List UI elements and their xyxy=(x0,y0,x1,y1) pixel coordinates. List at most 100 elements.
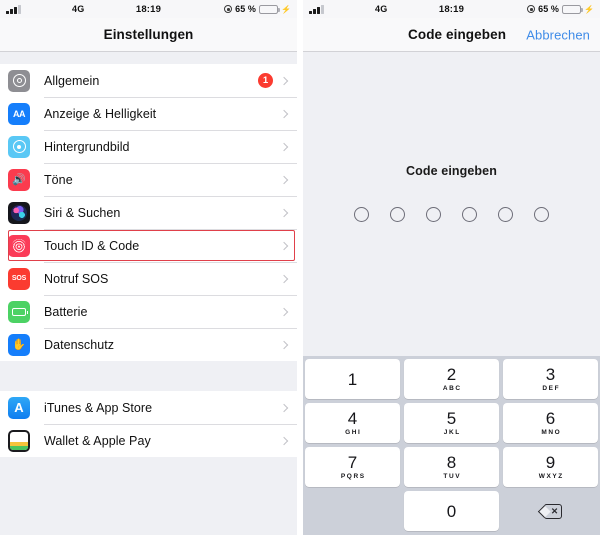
page-title: Einstellungen xyxy=(103,27,194,42)
key-number: 4 xyxy=(347,409,358,428)
sos-icon: SOS xyxy=(8,267,30,290)
clock-label: 18:19 xyxy=(135,3,162,15)
chevron-right-icon xyxy=(279,142,289,151)
status-badge: 1 xyxy=(258,73,273,88)
page-title: Code eingeben xyxy=(408,27,507,42)
settings-nav-bar: Einstellungen xyxy=(0,18,297,52)
chevron-right-icon xyxy=(279,340,289,349)
numeric-keypad[interactable]: 1 2 ABC 3 DEF 4 GHI 5 JKL 6 MNO 7 PQRS 8… xyxy=(303,356,600,535)
sidebar-item-datenschutz[interactable]: ✋ Datenschutz xyxy=(0,328,297,361)
keypad-delete-button[interactable]: ✕ xyxy=(503,491,598,531)
chevron-right-icon xyxy=(279,76,289,85)
row-label: Töne xyxy=(44,172,73,187)
battery-settings-icon xyxy=(8,300,30,323)
key-letters: ABC xyxy=(442,385,462,392)
status-bar-left: 4G 18:19 65 % ⚡ xyxy=(0,0,297,18)
keypad-key-6[interactable]: 6 MNO xyxy=(503,403,598,443)
keypad-row: 4 GHI 5 JKL 6 MNO xyxy=(305,403,598,443)
row-label: Wallet & Apple Pay xyxy=(44,433,151,448)
battery-icon xyxy=(259,4,281,14)
passcode-dot xyxy=(498,207,513,222)
key-letters: TUV xyxy=(443,473,462,480)
passcode-nav-bar: Code eingeben Abbrechen xyxy=(303,18,600,52)
sidebar-item-itunes-app-store[interactable]: A iTunes & App Store xyxy=(0,391,297,424)
passcode-screen: 4G 18:19 65 % ⚡ Code eingeben Abbrechen … xyxy=(303,0,600,535)
chevron-right-icon xyxy=(279,307,289,316)
key-number: 8 xyxy=(446,453,457,472)
chevron-right-icon xyxy=(279,109,289,118)
touchid-icon xyxy=(8,234,30,257)
row-label: Datenschutz xyxy=(44,337,115,352)
keypad-row: 1 2 ABC 3 DEF xyxy=(305,359,598,399)
row-label: Notruf SOS xyxy=(44,271,109,286)
key-letters: DEF xyxy=(542,385,561,392)
chevron-right-icon xyxy=(279,175,289,184)
key-letters: PQRS xyxy=(340,473,366,480)
key-number: 0 xyxy=(446,501,457,521)
chevron-right-icon xyxy=(279,241,289,250)
gear-icon xyxy=(8,69,30,92)
row-label: Hintergrundbild xyxy=(44,139,130,154)
settings-group-2: A iTunes & App Store Wallet & Apple Pay xyxy=(0,391,297,457)
keypad-key-4[interactable]: 4 GHI xyxy=(305,403,400,443)
delete-icon: ✕ xyxy=(538,503,562,519)
passcode-prompt-area: Code eingeben xyxy=(303,52,600,356)
battery-icon xyxy=(562,4,584,14)
passcode-dot xyxy=(354,207,369,222)
settings-screen: 4G 18:19 65 % ⚡ Einstellungen Allgemein … xyxy=(0,0,297,535)
passcode-dots xyxy=(354,207,549,222)
chevron-right-icon xyxy=(279,436,289,445)
settings-group-1: Allgemein 1 AA Anzeige & Helligkeit Hint… xyxy=(0,64,297,361)
keypad-key-9[interactable]: 9 WXYZ xyxy=(503,447,598,487)
sidebar-item-siri-suchen[interactable]: Siri & Suchen xyxy=(0,196,297,229)
passcode-dot xyxy=(426,207,441,222)
cancel-button[interactable]: Abbrechen xyxy=(526,27,590,42)
keypad-key-5[interactable]: 5 JKL xyxy=(404,403,499,443)
key-number: 2 xyxy=(446,365,457,384)
passcode-dot xyxy=(534,207,549,222)
keypad-key-2[interactable]: 2 ABC xyxy=(404,359,499,399)
sidebar-item-batterie[interactable]: Batterie xyxy=(0,295,297,328)
sidebar-item-hintergrundbild[interactable]: Hintergrundbild xyxy=(0,130,297,163)
passcode-body: Code eingeben 1 2 ABC 3 DEF 4 GHI 5 JKL … xyxy=(303,52,600,535)
keypad-row: 7 PQRS 8 TUV 9 WXYZ xyxy=(305,447,598,487)
display-icon: AA xyxy=(8,102,30,125)
key-letters: WXYZ xyxy=(538,473,564,480)
passcode-dot xyxy=(390,207,405,222)
keypad-key-0[interactable]: 0 xyxy=(404,491,499,531)
sidebar-item-notruf-sos[interactable]: SOS Notruf SOS xyxy=(0,262,297,295)
chevron-right-icon xyxy=(279,208,289,217)
key-number: 1 xyxy=(347,369,358,389)
row-label: Batterie xyxy=(44,304,88,319)
key-number: 9 xyxy=(545,453,556,472)
sidebar-item-toene[interactable]: 🔊 Töne xyxy=(0,163,297,196)
sidebar-item-allgemein[interactable]: Allgemein 1 xyxy=(0,64,297,97)
wallpaper-icon xyxy=(8,135,30,158)
settings-list[interactable]: Allgemein 1 AA Anzeige & Helligkeit Hint… xyxy=(0,52,297,535)
sidebar-item-wallet-apple-pay[interactable]: Wallet & Apple Pay xyxy=(0,424,297,457)
keypad-key-8[interactable]: 8 TUV xyxy=(404,447,499,487)
row-label: iTunes & App Store xyxy=(44,400,153,415)
keypad-key-1[interactable]: 1 xyxy=(305,359,400,399)
key-letters: MNO xyxy=(541,429,562,436)
list-bottom-spacer xyxy=(0,457,297,471)
keypad-key-7[interactable]: 7 PQRS xyxy=(305,447,400,487)
wallet-icon xyxy=(8,429,30,452)
sidebar-item-anzeige-helligkeit[interactable]: AA Anzeige & Helligkeit xyxy=(0,97,297,130)
dual-screenshot: 4G 18:19 65 % ⚡ Einstellungen Allgemein … xyxy=(0,0,600,535)
list-section-spacer xyxy=(0,361,297,391)
key-letters: GHI xyxy=(345,429,362,436)
keypad-row: 0 ✕ xyxy=(305,491,598,531)
key-number: 3 xyxy=(545,365,556,384)
keypad-key-3[interactable]: 3 DEF xyxy=(503,359,598,399)
chevron-right-icon xyxy=(279,403,289,412)
list-top-spacer xyxy=(0,52,297,64)
key-number: 7 xyxy=(347,453,358,472)
sidebar-item-touch-id-code[interactable]: Touch ID & Code xyxy=(0,229,297,262)
privacy-hand-icon: ✋ xyxy=(8,333,30,356)
row-label: Siri & Suchen xyxy=(44,205,121,220)
row-label: Allgemein xyxy=(44,73,100,88)
passcode-prompt-label: Code eingeben xyxy=(406,164,497,178)
chevron-right-icon xyxy=(279,274,289,283)
clock-label: 18:19 xyxy=(438,3,465,15)
